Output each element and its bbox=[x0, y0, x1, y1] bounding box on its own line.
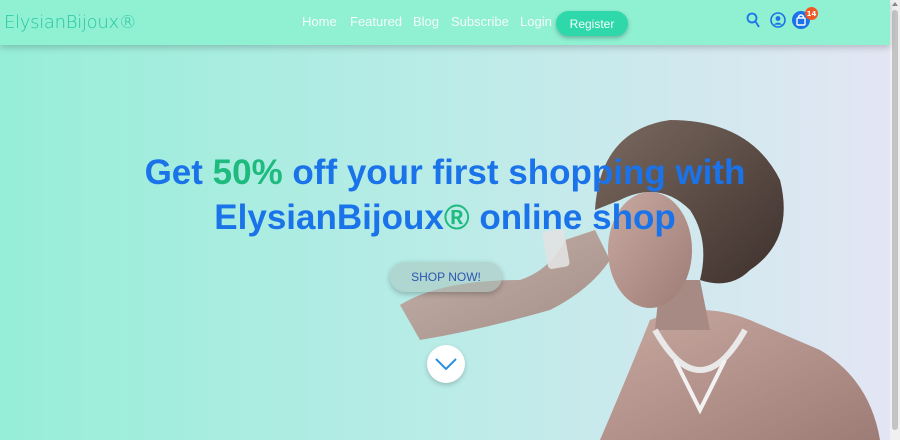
scrollbar-thumb[interactable] bbox=[892, 10, 898, 430]
hero-headline-line-2: ElysianBijoux® online shop bbox=[100, 195, 790, 240]
top-navbar: ElysianBijoux® Home Featured Blog Subscr… bbox=[0, 0, 890, 45]
brand-logo[interactable]: ElysianBijoux® bbox=[4, 12, 137, 33]
register-button[interactable]: Register bbox=[556, 11, 628, 36]
headline-text: off your first shopping with bbox=[282, 153, 746, 192]
headline-brand: ElysianBijoux bbox=[214, 198, 444, 237]
nav-link-featured[interactable]: Featured bbox=[350, 14, 402, 29]
hero-headline-line-1: Get 50% off your first shopping with bbox=[100, 150, 790, 195]
search-icon[interactable] bbox=[746, 12, 762, 30]
shop-now-button[interactable]: SHOP NOW! bbox=[390, 262, 502, 292]
discount-percent: 50% bbox=[212, 153, 283, 192]
nav-link-home[interactable]: Home bbox=[302, 14, 337, 29]
headline-text: Get bbox=[144, 153, 213, 192]
scroll-down-button[interactable] bbox=[427, 345, 465, 383]
nav-link-login[interactable]: Login bbox=[520, 14, 552, 29]
nav-link-blog[interactable]: Blog bbox=[413, 14, 439, 29]
hero-headline: Get 50% off your first shopping with Ely… bbox=[100, 150, 790, 240]
nav-link-subscribe[interactable]: Subscribe bbox=[451, 14, 509, 29]
headline-text: online shop bbox=[469, 198, 676, 237]
headline-registered-mark: ® bbox=[443, 198, 470, 237]
hero-section: Get 50% off your first shopping with Ely… bbox=[0, 0, 890, 440]
cart-count-badge: 14 bbox=[805, 7, 818, 20]
chevron-down-icon bbox=[435, 358, 457, 371]
scroll-up-arrow[interactable] bbox=[892, 2, 898, 6]
user-icon[interactable] bbox=[770, 12, 786, 28]
